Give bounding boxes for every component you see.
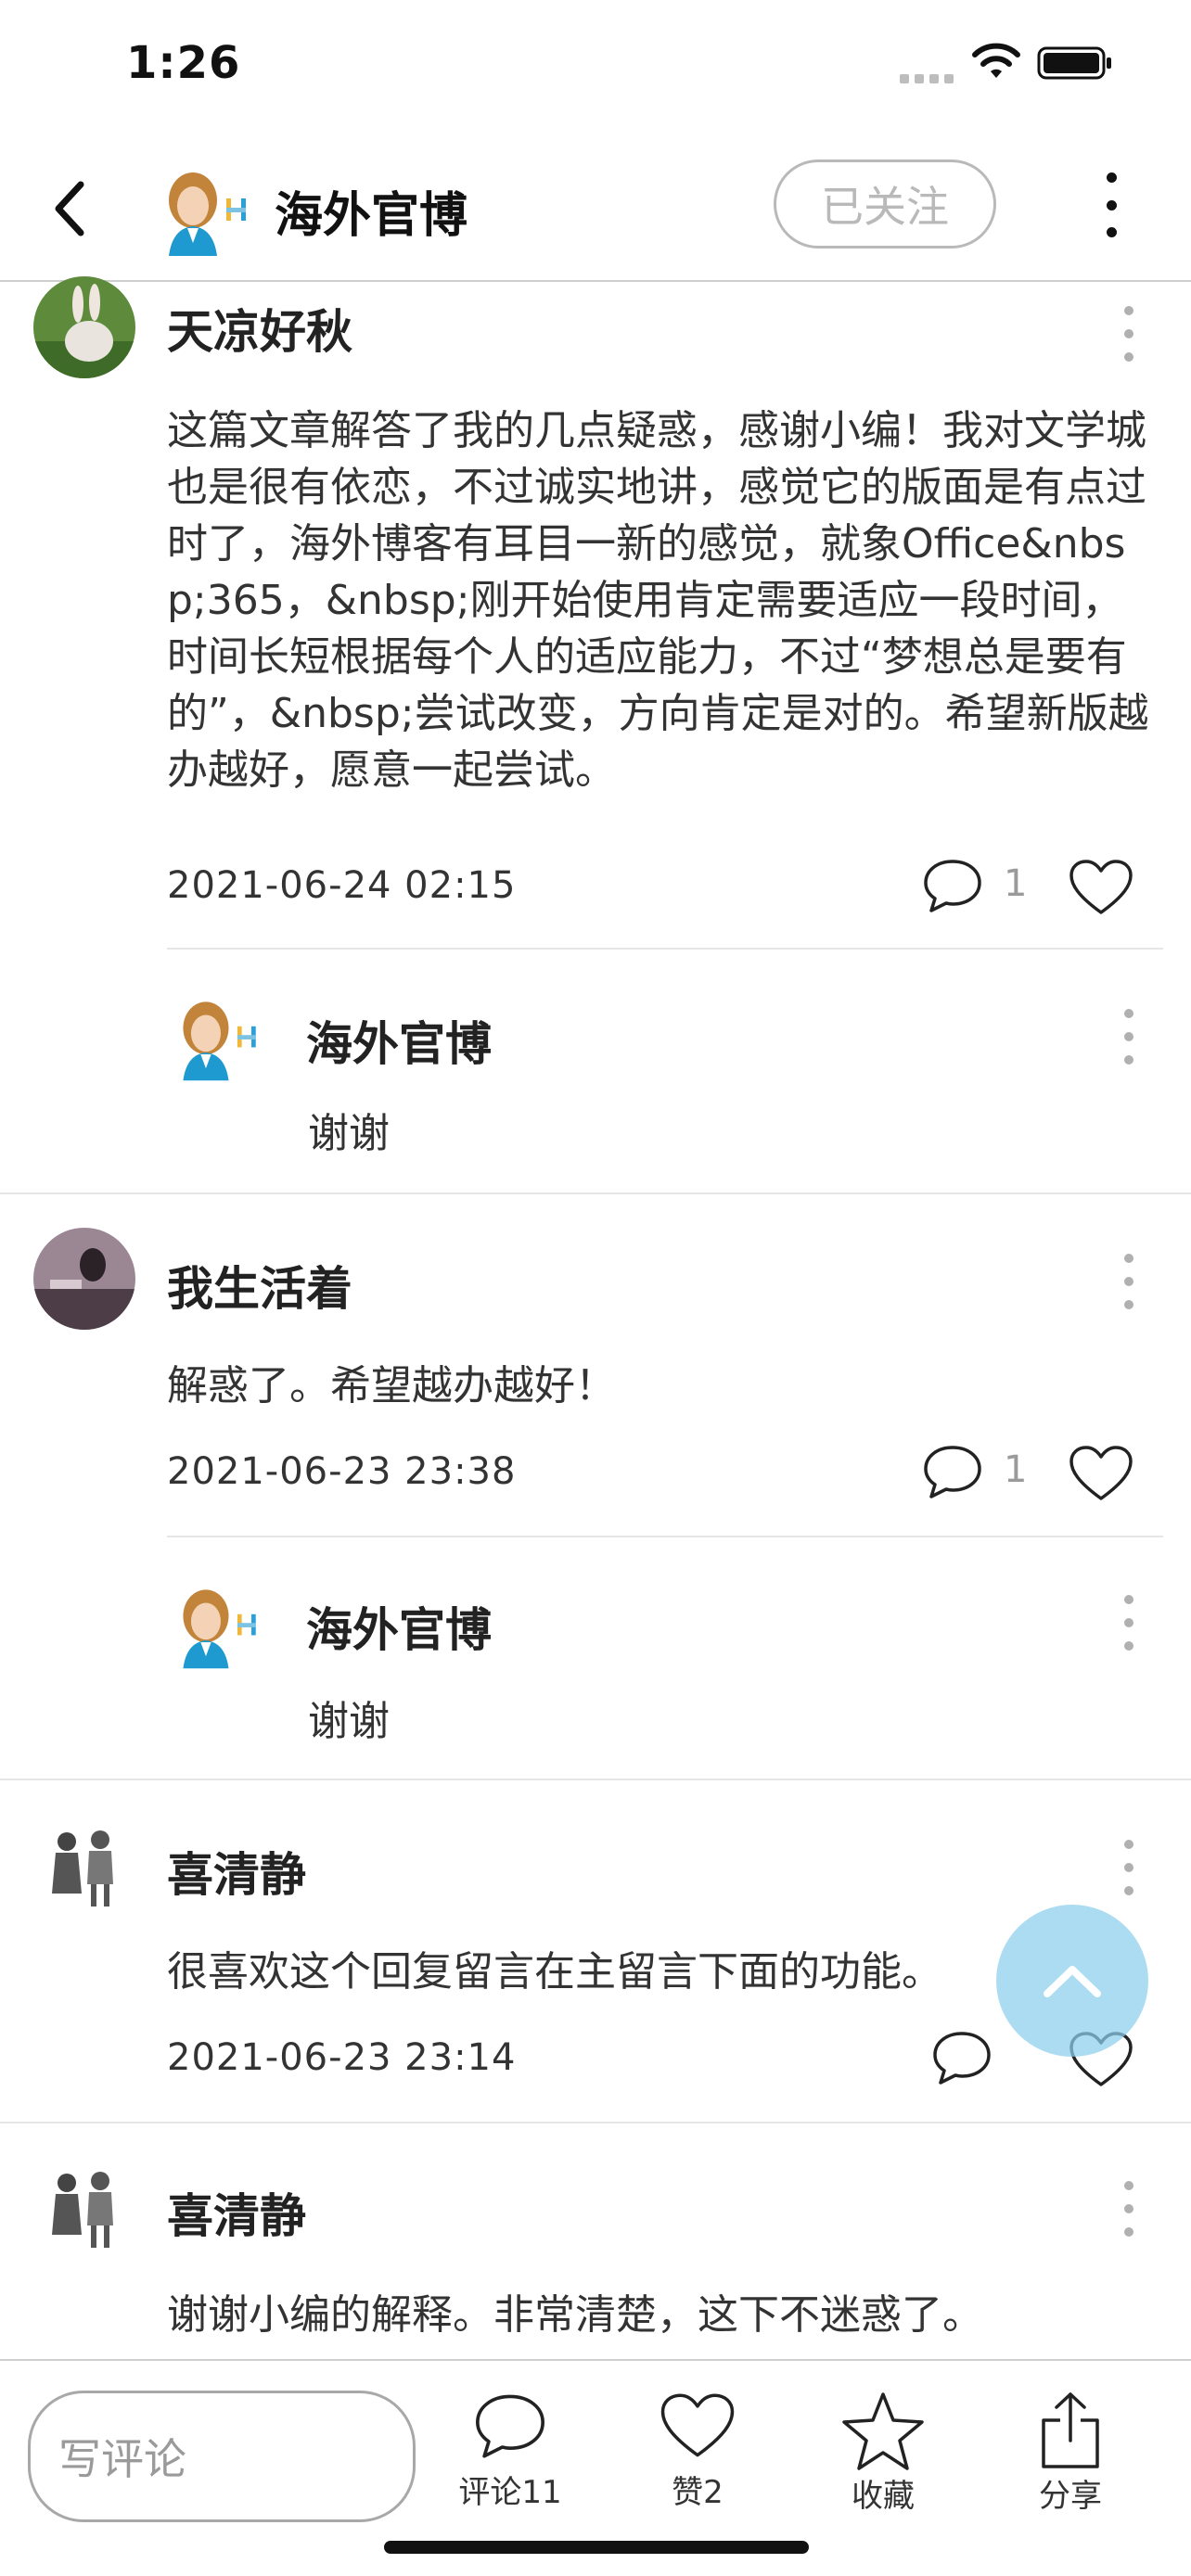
divider (167, 948, 1163, 950)
more-icon (1106, 172, 1117, 183)
avatar[interactable] (33, 276, 135, 378)
reply-avatar[interactable] (174, 1584, 267, 1669)
bottom-bar-divider (0, 2359, 1191, 2361)
more-icon (1124, 1009, 1133, 1018)
back-icon (55, 181, 84, 236)
comment-input[interactable]: 写评论 (28, 2391, 416, 2522)
comment-author[interactable]: 我生活着 (167, 1252, 352, 1319)
comment-icon[interactable] (922, 857, 983, 914)
more-icon (1124, 1840, 1133, 1849)
reply-avatar[interactable] (174, 996, 267, 1081)
reply-more-button[interactable] (1122, 1595, 1135, 1651)
reply-count: 1 (1004, 862, 1028, 905)
comments-button[interactable]: 评论11 (445, 2391, 575, 2530)
header-divider (0, 280, 1191, 282)
reply-text: 谢谢 (308, 1110, 390, 1157)
comment-icon[interactable] (931, 2029, 992, 2086)
more-icon (1124, 1595, 1133, 1604)
more-icon (1124, 306, 1133, 315)
comment-more-button[interactable] (1122, 2181, 1135, 2237)
follow-button[interactable]: 已关注 (774, 159, 996, 249)
comment-author[interactable]: 喜清静 (167, 2179, 306, 2246)
star-icon (842, 2392, 924, 2470)
comment-author[interactable]: 天凉好秋 (167, 295, 352, 362)
more-icon (1124, 1254, 1133, 1263)
more-icon (1124, 2181, 1133, 2190)
more-options-button[interactable] (1095, 172, 1128, 237)
share-icon (1042, 2392, 1099, 2468)
comment-text: 谢谢小编的解释。非常清楚，这下不迷惑了。 (167, 2291, 983, 2339)
likes-count-label: 赞2 (672, 2474, 724, 2511)
heart-icon[interactable] (1069, 1445, 1133, 1502)
avatar[interactable] (33, 1819, 135, 1921)
comment-date: 2021-06-24 02:15 (167, 864, 517, 907)
divider (0, 1192, 1191, 1194)
status-time: 1:26 (126, 37, 241, 89)
share-label: 分享 (1039, 2478, 1102, 2515)
heart-icon (660, 2393, 735, 2457)
reply-more-button[interactable] (1122, 1009, 1135, 1065)
like-button[interactable]: 赞2 (633, 2391, 762, 2530)
reply-count: 1 (1004, 1448, 1028, 1491)
heart-icon[interactable] (1069, 859, 1133, 916)
divider (0, 2122, 1191, 2123)
favorite-label: 收藏 (852, 2478, 915, 2515)
chevron-up-icon (1044, 1966, 1101, 1997)
comment-text: 解惑了。希望越办越好！ (167, 1362, 616, 1409)
divider (0, 1779, 1191, 1780)
comment-icon[interactable] (922, 1443, 983, 1500)
comments-count-label: 评论11 (458, 2474, 562, 2511)
cellular-signal-icon (900, 70, 957, 83)
comment-more-button[interactable] (1122, 1840, 1135, 1895)
wifi-icon (972, 43, 1020, 78)
reply-author[interactable]: 海外官博 (306, 1593, 492, 1660)
back-button[interactable] (37, 167, 102, 250)
comment-more-button[interactable] (1122, 1254, 1135, 1309)
comment-icon (476, 2394, 544, 2458)
comment-more-button[interactable] (1122, 306, 1135, 362)
avatar[interactable] (33, 1228, 135, 1330)
comment-date: 2021-06-23 23:14 (167, 2036, 517, 2079)
comment-text: 很喜欢这个回复留言在主留言下面的功能。 (167, 1948, 942, 1996)
page-title: 海外官博 (275, 188, 468, 244)
share-button[interactable]: 分享 (1005, 2391, 1135, 2530)
comment-text: 这篇文章解答了我的几点疑惑，感谢小编！我对文学城也是很有依恋，不过诚实地讲，感觉… (167, 407, 1149, 794)
comment-date: 2021-06-23 23:38 (167, 1450, 517, 1493)
reply-author[interactable]: 海外官博 (306, 1007, 492, 1074)
scroll-to-top-button[interactable] (996, 1905, 1148, 2057)
reply-text: 谢谢 (308, 1698, 390, 1745)
comment-author[interactable]: 喜清静 (167, 1838, 306, 1905)
header-avatar[interactable] (160, 167, 258, 256)
avatar[interactable] (33, 2161, 135, 2263)
favorite-button[interactable]: 收藏 (818, 2391, 948, 2530)
battery-icon (1037, 46, 1111, 80)
home-indicator[interactable] (384, 2541, 809, 2554)
divider (167, 1536, 1163, 1537)
